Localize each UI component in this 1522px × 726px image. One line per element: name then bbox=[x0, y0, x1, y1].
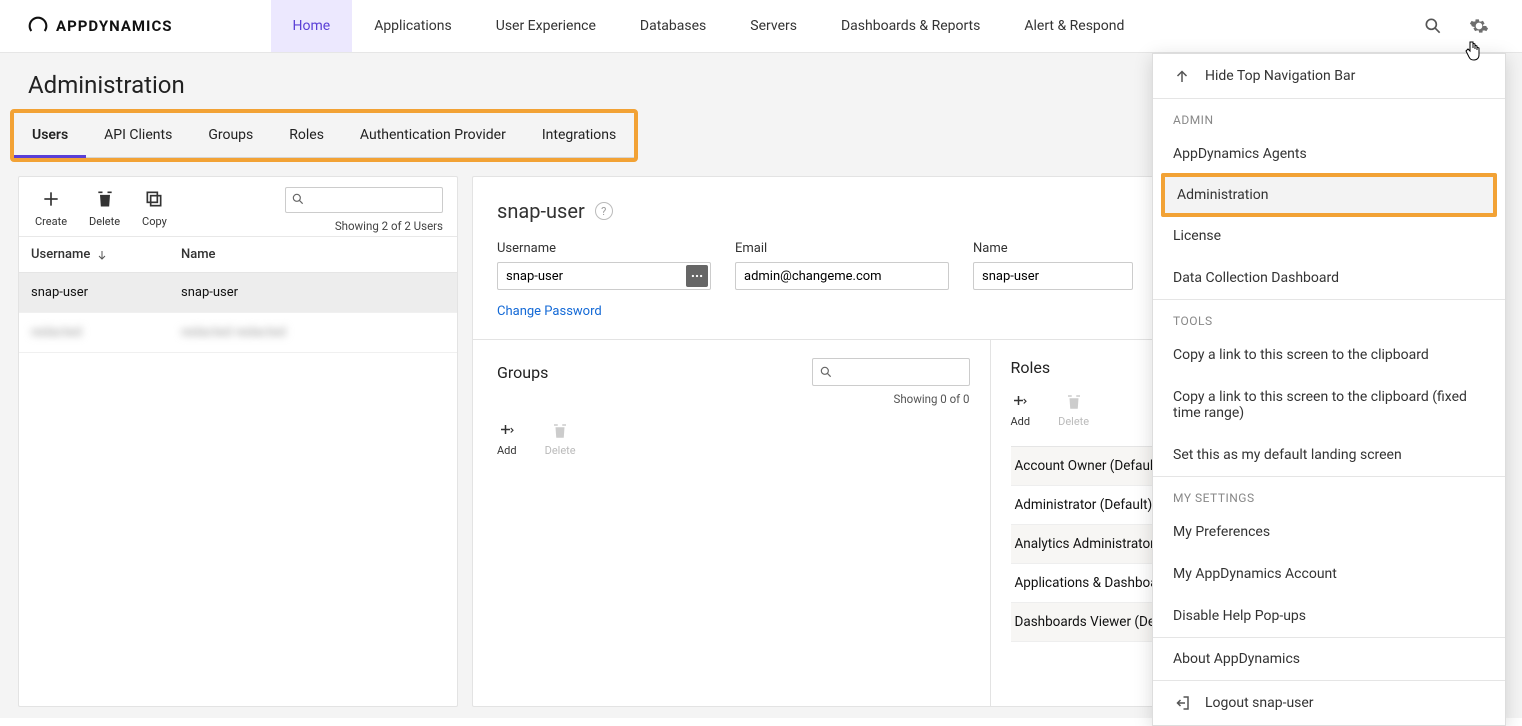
search-icon bbox=[819, 365, 833, 379]
nav-tab-databases[interactable]: Databases bbox=[618, 0, 728, 52]
top-navigation: APPDYNAMICS Home Applications User Exper… bbox=[0, 0, 1522, 53]
cell-name: snap-user bbox=[169, 273, 457, 312]
menu-license[interactable]: License bbox=[1153, 215, 1505, 257]
username-input[interactable] bbox=[497, 262, 711, 290]
menu-tools-header: TOOLS bbox=[1153, 300, 1505, 334]
menu-hide-top-nav[interactable]: Hide Top Navigation Bar bbox=[1153, 54, 1505, 98]
users-search: Showing 2 of 2 Users bbox=[285, 187, 443, 233]
create-label: Create bbox=[35, 215, 67, 228]
arrow-up-icon bbox=[1173, 67, 1191, 85]
field-username: Username bbox=[497, 241, 711, 290]
menu-about[interactable]: About AppDynamics bbox=[1153, 638, 1505, 680]
groups-delete-button: Delete bbox=[545, 422, 576, 457]
menu-copy-link[interactable]: Copy a link to this screen to the clipbo… bbox=[1153, 334, 1505, 376]
cursor-pointer-icon bbox=[1464, 40, 1482, 66]
groups-showing: Showing 0 of 0 bbox=[497, 392, 970, 406]
menu-agents[interactable]: AppDynamics Agents bbox=[1153, 133, 1505, 175]
label-username: Username bbox=[497, 241, 711, 256]
brand-icon bbox=[28, 16, 48, 36]
table-row[interactable]: snap-user snap-user bbox=[19, 273, 457, 313]
subtab-api-clients[interactable]: API Clients bbox=[86, 113, 190, 157]
menu-admin-header: ADMIN bbox=[1153, 99, 1505, 133]
users-toolbar: Create Delete Copy Showing 2 of 2 Users bbox=[19, 177, 457, 237]
users-table-header: Username Name bbox=[19, 237, 457, 273]
menu-copy-link-fixed[interactable]: Copy a link to this screen to the clipbo… bbox=[1153, 376, 1505, 434]
admin-subtabs: Users API Clients Groups Roles Authentic… bbox=[14, 113, 634, 158]
nav-right bbox=[1422, 15, 1522, 37]
menu-set-landing[interactable]: Set this as my default landing screen bbox=[1153, 434, 1505, 476]
field-email: Email bbox=[735, 241, 949, 290]
copy-label: Copy bbox=[142, 215, 167, 228]
groups-search[interactable] bbox=[812, 358, 970, 386]
copy-button[interactable]: Copy bbox=[142, 189, 167, 228]
settings-menu: Hide Top Navigation Bar ADMIN AppDynamic… bbox=[1152, 53, 1506, 726]
delete-label: Delete bbox=[89, 215, 120, 228]
groups-title: Groups bbox=[497, 363, 548, 382]
brand-logo: APPDYNAMICS bbox=[0, 16, 201, 36]
label-name: Name bbox=[973, 241, 1133, 256]
users-panel: Create Delete Copy Showing 2 of 2 Users bbox=[18, 176, 458, 707]
brand-text: APPDYNAMICS bbox=[56, 17, 173, 35]
admin-subtabs-highlight: Users API Clients Groups Roles Authentic… bbox=[10, 109, 638, 162]
subtab-auth-provider[interactable]: Authentication Provider bbox=[342, 113, 524, 157]
nav-tab-dashboards[interactable]: Dashboards & Reports bbox=[819, 0, 1002, 52]
create-button[interactable]: Create bbox=[35, 189, 67, 228]
field-name: Name bbox=[973, 241, 1133, 290]
roles-delete-button: Delete bbox=[1058, 393, 1089, 428]
nav-tab-user-experience[interactable]: User Experience bbox=[474, 0, 618, 52]
search-icon bbox=[291, 192, 305, 206]
subtab-integrations[interactable]: Integrations bbox=[524, 113, 634, 157]
nav-tabs: Home Applications User Experience Databa… bbox=[271, 0, 1147, 52]
menu-disable-help[interactable]: Disable Help Pop-ups bbox=[1153, 595, 1505, 637]
nav-tab-home[interactable]: Home bbox=[271, 0, 353, 52]
menu-account[interactable]: My AppDynamics Account bbox=[1153, 553, 1505, 595]
search-icon[interactable] bbox=[1422, 15, 1444, 37]
ellipsis-icon[interactable] bbox=[686, 265, 708, 287]
subtab-roles[interactable]: Roles bbox=[271, 113, 342, 157]
detail-title: snap-user bbox=[497, 199, 585, 223]
table-row[interactable]: redacted redacted redacted bbox=[19, 313, 457, 353]
cell-username: redacted bbox=[19, 313, 169, 352]
roles-title: Roles bbox=[1011, 358, 1051, 377]
subtab-groups[interactable]: Groups bbox=[190, 113, 271, 157]
users-search-input[interactable] bbox=[285, 187, 443, 213]
column-name[interactable]: Name bbox=[169, 237, 457, 272]
groups-add-button[interactable]: Add bbox=[497, 422, 517, 457]
menu-settings-header: MY SETTINGS bbox=[1153, 477, 1505, 511]
menu-preferences[interactable]: My Preferences bbox=[1153, 511, 1505, 553]
column-username[interactable]: Username bbox=[19, 237, 169, 272]
cell-name: redacted redacted bbox=[169, 313, 457, 352]
menu-administration[interactable]: Administration bbox=[1161, 173, 1497, 217]
nav-tab-applications[interactable]: Applications bbox=[352, 0, 474, 52]
gear-icon[interactable] bbox=[1468, 15, 1490, 37]
sort-arrow-icon bbox=[96, 249, 108, 261]
help-icon[interactable]: ? bbox=[595, 202, 613, 220]
nav-tab-alert[interactable]: Alert & Respond bbox=[1002, 0, 1146, 52]
name-input[interactable] bbox=[973, 262, 1133, 290]
delete-button[interactable]: Delete bbox=[89, 189, 120, 228]
menu-data-collection[interactable]: Data Collection Dashboard bbox=[1153, 257, 1505, 299]
users-showing: Showing 2 of 2 Users bbox=[335, 219, 443, 233]
label-email: Email bbox=[735, 241, 949, 256]
cell-username: snap-user bbox=[19, 273, 169, 312]
subtab-users[interactable]: Users bbox=[14, 113, 86, 157]
logout-icon bbox=[1173, 694, 1191, 712]
groups-column: Groups Showing 0 of 0 Add Dele bbox=[473, 340, 991, 706]
nav-tab-servers[interactable]: Servers bbox=[728, 0, 819, 52]
email-input[interactable] bbox=[735, 262, 949, 290]
menu-logout[interactable]: Logout snap-user bbox=[1153, 681, 1505, 725]
roles-add-button[interactable]: Add bbox=[1011, 393, 1031, 428]
